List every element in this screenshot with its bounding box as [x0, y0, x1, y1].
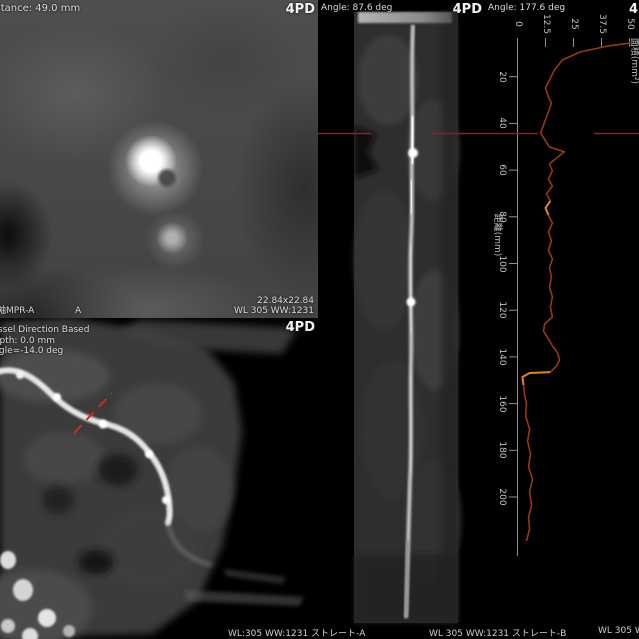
angle-readout: Angle=-14.0 deg: [0, 346, 63, 357]
graph-status-text: WL 305 WW:1231: [598, 626, 639, 636]
curved-status-text: WL:305 WW:1231 ストレート-A: [228, 626, 365, 639]
tracking-mode-label: Vessel Direction Based: [0, 325, 89, 336]
distance-readout: Distance: 49.0 mm: [0, 3, 80, 14]
viewport-label-4pd: 4PD: [629, 2, 639, 17]
area-axis-title: 面積(mm²): [628, 31, 639, 91]
orientation-marker: A: [75, 306, 81, 317]
axial-mpr-viewport[interactable]: Distance: 49.0 mm 4PD 22.84x22.84 WL 305…: [0, 0, 318, 318]
angle-readout: Angle: 87.6 deg: [321, 3, 392, 14]
ct-vessel-analysis-screen: Distance: 49.0 mm 4PD 22.84x22.84 WL 305…: [0, 0, 639, 639]
viewport-label-4pd: 4PD: [453, 2, 482, 17]
straightened-vessel-image: [318, 0, 485, 639]
straight-status-text: WL 305 WW:1231 ストレート-B: [429, 626, 566, 639]
vessel-graph-viewport[interactable]: 4PD 面積(mm²): [485, 0, 639, 639]
series-label: 軸MPR-A: [0, 306, 34, 317]
curved-mpr-viewport[interactable]: Vessel Direction Based Depth: 0.0 mm Ang…: [0, 318, 318, 639]
curved-mpr-image: [0, 318, 318, 639]
axial-ct-image: [0, 0, 318, 318]
window-level-readout: WL 305 WW:1231: [234, 306, 314, 317]
viewport-label-4pd: 4PD: [286, 320, 315, 335]
viewport-label-4pd: 4PD: [286, 2, 315, 17]
straightened-cpr-viewport[interactable]: Angle: 87.6 deg 4PD: [318, 0, 485, 639]
